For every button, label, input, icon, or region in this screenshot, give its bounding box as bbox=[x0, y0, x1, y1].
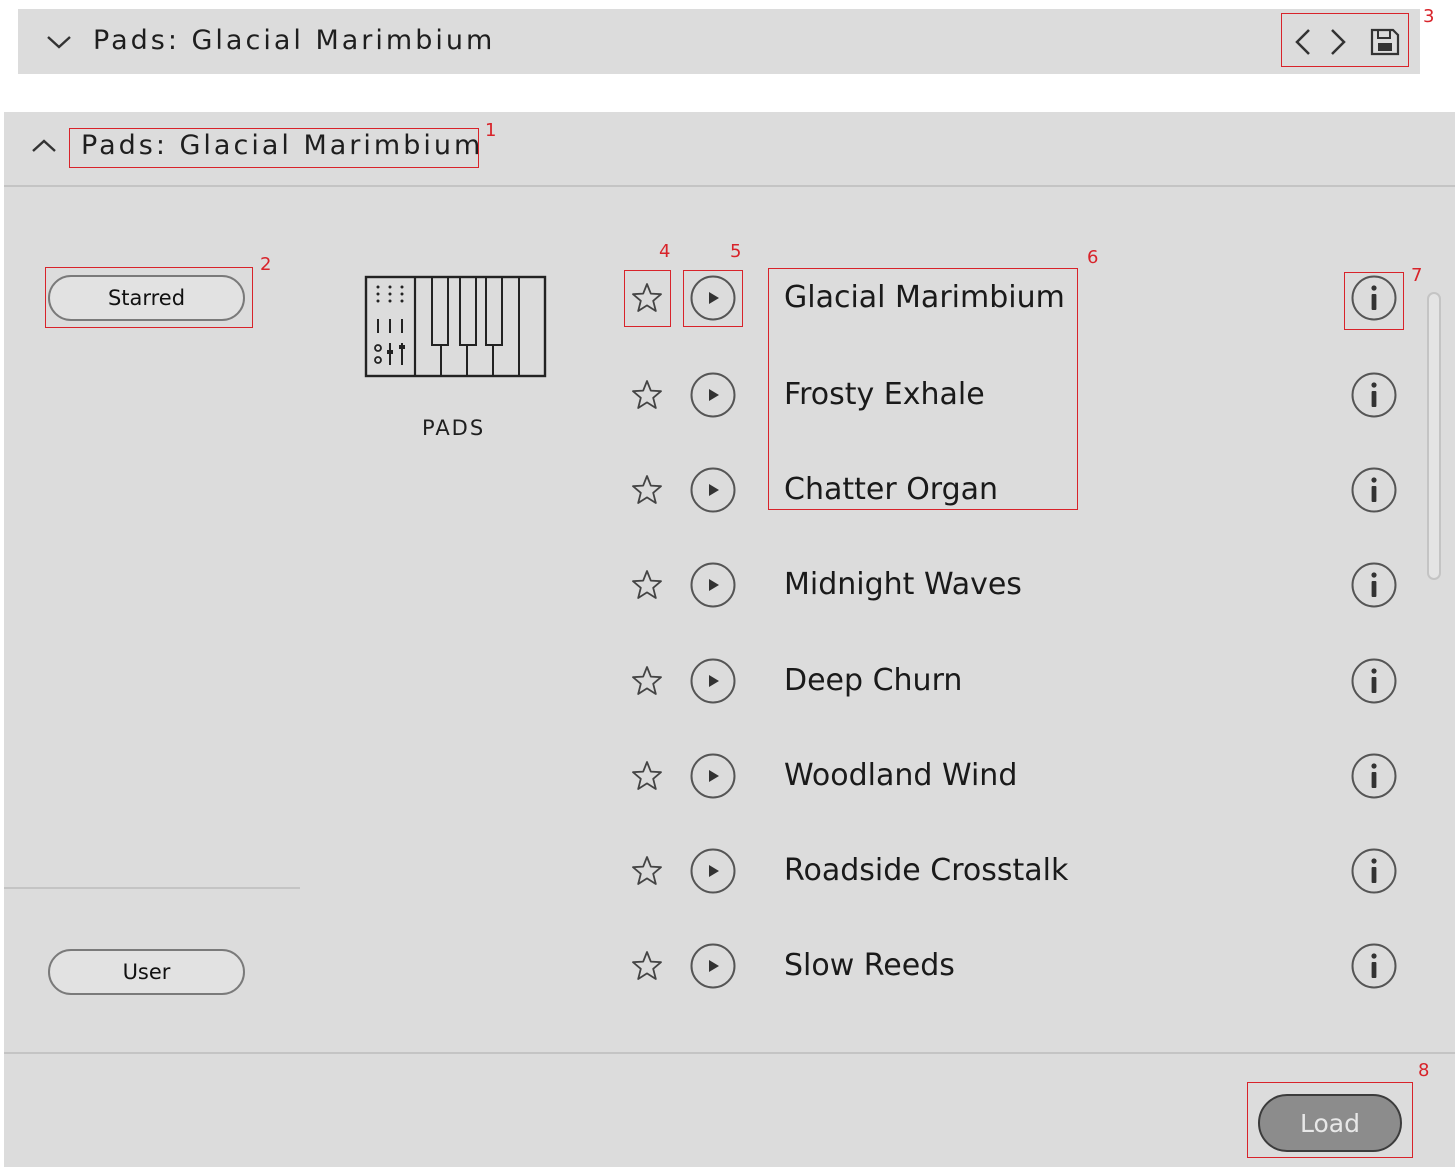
preset-row[interactable]: Woodland Wind bbox=[0, 746, 1455, 806]
info-icon[interactable] bbox=[1351, 275, 1397, 321]
info-icon[interactable] bbox=[1351, 562, 1397, 608]
preset-row[interactable]: Chatter Organ bbox=[0, 460, 1455, 520]
preset-name[interactable]: Glacial Marimbium bbox=[784, 280, 1065, 315]
play-preview-icon[interactable] bbox=[690, 753, 736, 799]
next-preset-icon[interactable] bbox=[1325, 26, 1351, 58]
preset-name[interactable]: Deep Churn bbox=[784, 663, 962, 698]
preset-row[interactable]: Midnight Waves bbox=[0, 555, 1455, 615]
star-icon[interactable] bbox=[631, 950, 663, 982]
play-preview-icon[interactable] bbox=[690, 943, 736, 989]
star-icon[interactable] bbox=[631, 282, 663, 314]
play-preview-icon[interactable] bbox=[690, 658, 736, 704]
play-preview-icon[interactable] bbox=[690, 562, 736, 608]
chevron-down-icon[interactable] bbox=[44, 32, 74, 52]
divider bbox=[4, 185, 1455, 187]
preset-row[interactable]: Deep Churn bbox=[0, 651, 1455, 711]
preset-name[interactable]: Chatter Organ bbox=[784, 472, 998, 507]
annotation-marker: 1 bbox=[485, 120, 497, 141]
preset-name[interactable]: Woodland Wind bbox=[784, 758, 1017, 793]
star-icon[interactable] bbox=[631, 379, 663, 411]
info-icon[interactable] bbox=[1351, 848, 1397, 894]
info-icon[interactable] bbox=[1351, 753, 1397, 799]
info-icon[interactable] bbox=[1351, 943, 1397, 989]
preset-row[interactable]: Roadside Crosstalk bbox=[0, 841, 1455, 901]
star-icon[interactable] bbox=[631, 760, 663, 792]
play-preview-icon[interactable] bbox=[690, 467, 736, 513]
preset-row[interactable]: Glacial Marimbium bbox=[0, 268, 1455, 328]
play-preview-icon[interactable] bbox=[690, 275, 736, 321]
preset-name[interactable]: Slow Reeds bbox=[784, 948, 955, 983]
annotation-marker: 3 bbox=[1423, 6, 1435, 27]
star-icon[interactable] bbox=[631, 474, 663, 506]
divider bbox=[4, 1052, 1455, 1054]
preset-row[interactable]: Frosty Exhale bbox=[0, 365, 1455, 425]
panel-preset-title[interactable]: Pads: Glacial Marimbium bbox=[81, 130, 483, 161]
scrollbar[interactable] bbox=[1427, 292, 1441, 580]
star-icon[interactable] bbox=[631, 855, 663, 887]
star-icon[interactable] bbox=[631, 569, 663, 601]
annotation-marker: 5 bbox=[730, 241, 742, 262]
info-icon[interactable] bbox=[1351, 467, 1397, 513]
chevron-up-icon[interactable] bbox=[29, 136, 59, 156]
annotation-marker: 7 bbox=[1411, 265, 1423, 286]
preset-name[interactable]: Midnight Waves bbox=[784, 567, 1022, 602]
play-preview-icon[interactable] bbox=[690, 372, 736, 418]
save-icon[interactable] bbox=[1369, 27, 1401, 57]
play-preview-icon[interactable] bbox=[690, 848, 736, 894]
annotation-marker: 6 bbox=[1087, 247, 1099, 268]
header-preset-title[interactable]: Pads: Glacial Marimbium bbox=[93, 25, 495, 56]
previous-preset-icon[interactable] bbox=[1290, 26, 1316, 58]
preset-name[interactable]: Roadside Crosstalk bbox=[784, 853, 1068, 888]
preset-name[interactable]: Frosty Exhale bbox=[784, 377, 985, 412]
load-button[interactable]: Load bbox=[1258, 1094, 1402, 1152]
preset-row[interactable]: Slow Reeds bbox=[0, 936, 1455, 996]
info-icon[interactable] bbox=[1351, 372, 1397, 418]
annotation-marker: 8 bbox=[1418, 1060, 1430, 1081]
info-icon[interactable] bbox=[1351, 658, 1397, 704]
star-icon[interactable] bbox=[631, 665, 663, 697]
annotation-marker: 4 bbox=[659, 241, 671, 262]
